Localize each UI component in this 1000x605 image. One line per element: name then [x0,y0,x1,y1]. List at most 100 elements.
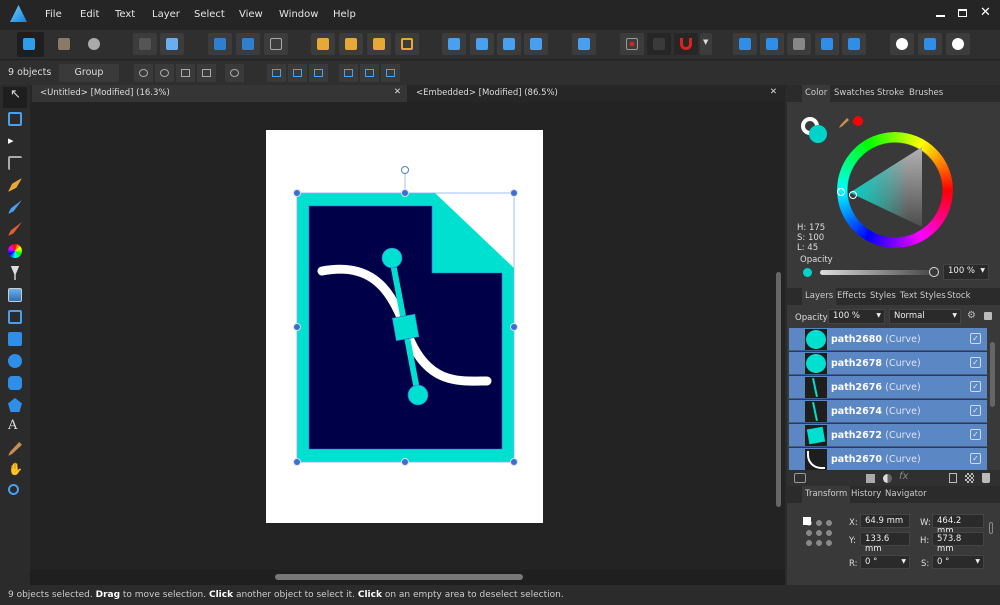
layer-row[interactable]: path2670 (Curve) ✓ [789,448,987,471]
align-center-button[interactable] [288,64,307,82]
export-persona-button[interactable] [82,33,106,55]
toolbar-button[interactable] [524,33,548,55]
layers-stack-icon[interactable] [794,473,806,483]
align-middle-button[interactable] [360,64,379,82]
close-tab-icon[interactable]: ✕ [394,87,401,97]
width-field[interactable]: 464.2 mm [932,514,984,536]
lock-aspect-icon[interactable] [989,522,993,534]
pen-tool[interactable] [8,178,22,192]
tab-text-styles[interactable]: Text Styles [900,291,946,301]
boolean-add-button[interactable] [733,33,757,55]
toolbar-button[interactable] [208,33,232,55]
visibility-checkbox[interactable]: ✓ [970,429,981,440]
boolean-xor-button[interactable] [815,33,839,55]
toolbar-button[interactable] [311,33,335,55]
insert-top-button[interactable] [918,33,942,55]
opacity-slider[interactable] [820,270,935,275]
gear-icon[interactable]: ⚙ [967,310,976,321]
maximize-button[interactable] [958,9,967,17]
blend-mode-select[interactable]: Normal ▼ [889,309,961,324]
boolean-intersect-button[interactable] [787,33,811,55]
tab-stock[interactable]: Stock [947,291,971,301]
horizontal-scrollbar[interactable] [30,570,785,585]
mask-icon[interactable] [866,474,875,483]
visibility-checkbox[interactable]: ✓ [970,405,981,416]
minimize-button[interactable] [936,15,945,17]
toolbar-button[interactable] [367,33,391,55]
node-tool[interactable]: ▸ [8,134,22,148]
context-button[interactable] [197,64,216,82]
delete-icon[interactable] [982,473,990,483]
tab-color[interactable]: Color [802,85,831,102]
toolbar-button[interactable] [133,33,157,55]
fx-icon[interactable]: fx [899,471,908,482]
close-button[interactable]: ✕ [980,5,991,20]
adjustment-icon[interactable] [883,474,892,483]
context-button[interactable] [225,64,244,82]
zoom-tool[interactable] [8,484,19,495]
layer-row[interactable]: path2678 (Curve) ✓ [789,352,987,375]
context-button[interactable] [155,64,174,82]
tab-transform[interactable]: Transform [802,486,851,503]
tab-embedded[interactable]: <Embedded> [Modified] (86.5%) ✕ [408,85,783,102]
toolbar-button[interactable] [647,33,671,55]
boolean-divide-button[interactable] [842,33,866,55]
align-left-button[interactable] [267,64,286,82]
eyedropper-icon[interactable] [839,118,849,128]
toolbar-button[interactable] [160,33,184,55]
insert-inside-button[interactable] [946,33,970,55]
close-tab-icon[interactable]: ✕ [770,87,777,97]
layer-opacity-field[interactable]: 100 % ▼ [828,309,885,324]
insert-behind-button[interactable] [890,33,914,55]
snapping-magnet-button[interactable] [674,33,698,55]
rounded-rectangle-tool[interactable] [8,376,22,390]
x-field[interactable]: 64.9 mm [860,514,910,528]
add-pixel-layer-icon[interactable] [965,473,974,483]
layer-row[interactable]: path2676 (Curve) ✓ [789,376,987,399]
tab-styles[interactable]: Styles [870,291,896,301]
snapping-grid-button[interactable] [620,33,644,55]
polygon-tool[interactable] [8,398,22,412]
tab-layers[interactable]: Layers [802,288,837,305]
recent-color-swatch[interactable] [853,116,863,126]
menu-file[interactable]: File [45,9,62,20]
artboard-tool[interactable] [8,112,22,126]
height-field[interactable]: 573.8 mm [932,532,984,554]
menu-layer[interactable]: Layer [152,9,180,20]
visibility-checkbox[interactable]: ✓ [970,333,981,344]
opacity-slider-handle[interactable] [929,267,939,277]
pencil-tool[interactable] [8,200,22,214]
layers-scrollbar[interactable] [990,342,995,407]
y-field[interactable]: 133.6 mm [860,532,910,554]
opacity-field[interactable]: 100 % ▼ [943,264,989,280]
menu-edit[interactable]: Edit [80,9,99,20]
pixel-persona-button[interactable] [52,33,76,55]
tab-swatches[interactable]: Swatches [834,88,875,98]
flip-horizontal-button[interactable] [442,33,466,55]
fill-swatch[interactable] [809,125,827,143]
tab-effects[interactable]: Effects [837,291,866,301]
crop-tool[interactable] [8,310,22,324]
align-button[interactable] [572,33,596,55]
layer-row[interactable]: path2674 (Curve) ✓ [789,400,987,423]
context-button[interactable] [176,64,195,82]
flip-vertical-button[interactable] [470,33,494,55]
add-layer-icon[interactable] [949,473,957,483]
menu-help[interactable]: Help [333,9,356,20]
visibility-checkbox[interactable]: ✓ [970,381,981,392]
group-button[interactable]: Group [59,64,119,82]
menu-select[interactable]: Select [194,9,225,20]
toolbar-button[interactable] [236,33,260,55]
lock-icon[interactable] [984,312,992,320]
transparency-tool[interactable] [10,266,20,280]
scroll-thumb[interactable] [275,574,523,580]
ellipse-tool[interactable] [8,354,22,368]
toolbar-button[interactable] [264,33,288,55]
toolbar-button[interactable] [339,33,363,55]
rectangle-tool[interactable] [8,332,22,346]
rotation-field[interactable]: 0 ° ▼ [860,555,910,569]
layer-row[interactable]: path2680 (Curve) ✓ [789,328,987,351]
tab-history[interactable]: History [851,489,881,499]
align-top-button[interactable] [339,64,358,82]
shear-field[interactable]: 0 ° ▼ [932,555,984,569]
